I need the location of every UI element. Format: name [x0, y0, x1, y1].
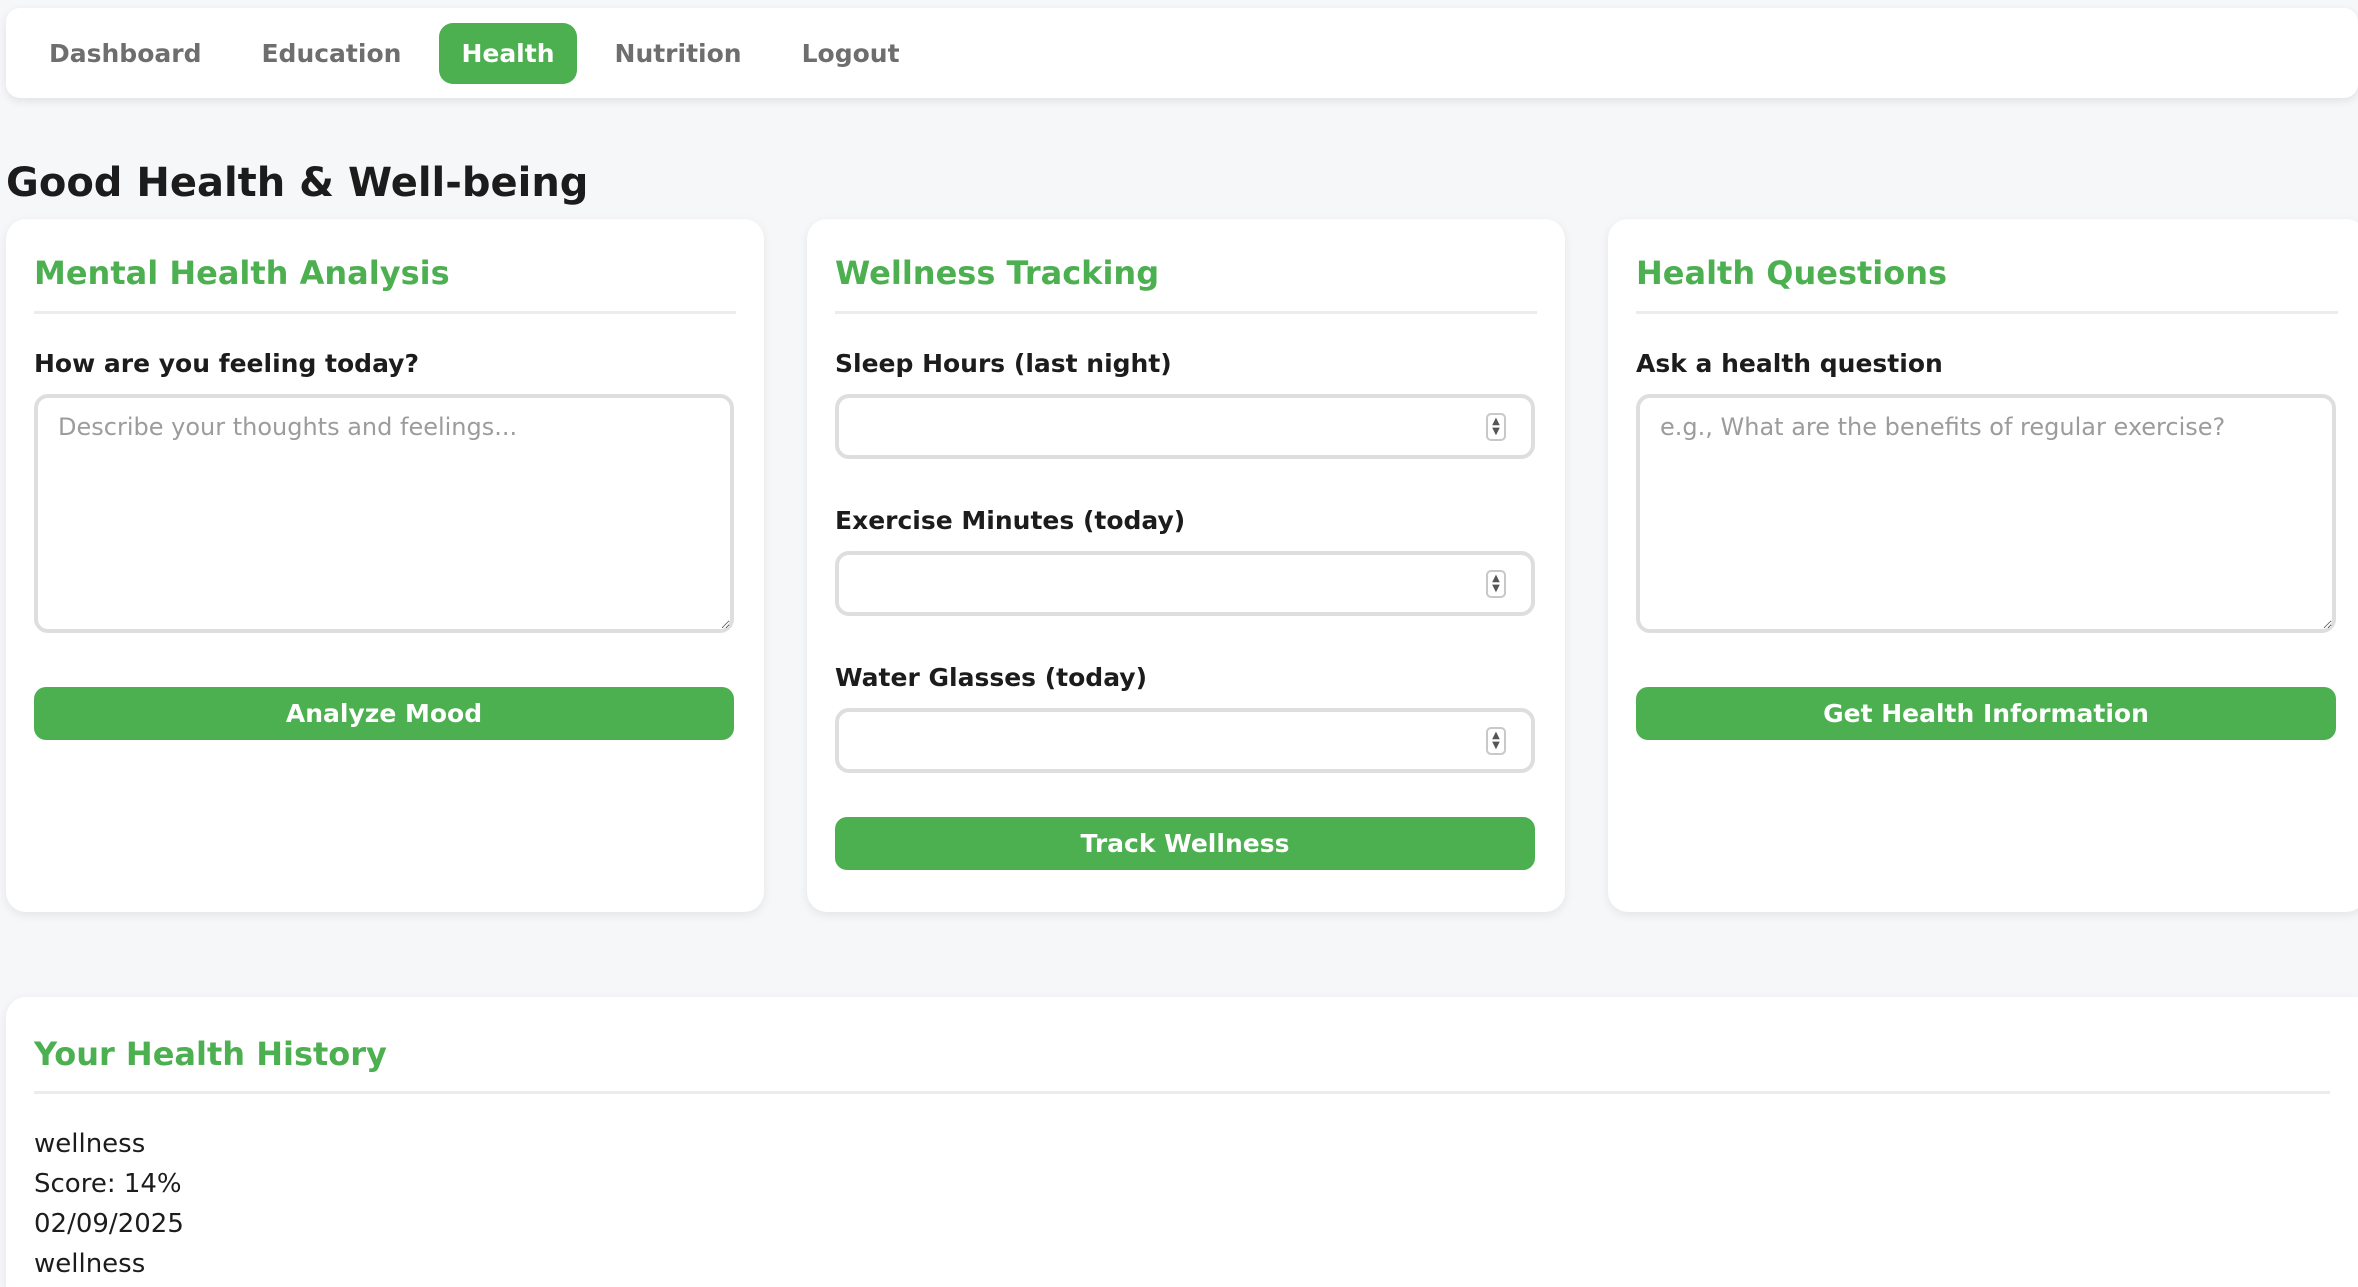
track-wellness-button[interactable]: Track Wellness [835, 817, 1535, 870]
nav-link-health[interactable]: Health [439, 22, 577, 84]
nav-link-dashboard[interactable]: Dashboard [27, 23, 223, 84]
mental-health-title: Mental Health Analysis [34, 219, 736, 314]
health-history-panel: Your Health History wellness Score: 14% … [6, 997, 2358, 1287]
history-entry: wellness Score: 14% 02/09/2025 [34, 1124, 2330, 1244]
sleep-hours-input[interactable] [839, 398, 1531, 455]
feeling-label: How are you feeling today? [34, 349, 419, 378]
sleep-hours-field: ▲ ▼ [835, 394, 1535, 459]
get-health-information-button[interactable]: Get Health Information [1636, 687, 2336, 740]
water-glasses-stepper-icon[interactable]: ▲ ▼ [1486, 727, 1506, 755]
health-question-textarea[interactable] [1636, 394, 2336, 633]
history-entry-type: wellness [34, 1129, 146, 1159]
analyze-mood-button[interactable]: Analyze Mood [34, 687, 734, 740]
sleep-hours-label: Sleep Hours (last night) [835, 349, 1172, 378]
water-glasses-label: Water Glasses (today) [835, 663, 1148, 692]
water-glasses-input[interactable] [839, 712, 1531, 769]
history-entry-type: wellness [34, 1249, 146, 1279]
exercise-minutes-label: Exercise Minutes (today) [835, 506, 1186, 535]
exercise-minutes-field: ▲ ▼ [835, 551, 1535, 616]
nav-link-nutrition[interactable]: Nutrition [593, 23, 764, 84]
nav-link-logout[interactable]: Logout [780, 23, 922, 84]
exercise-minutes-input[interactable] [839, 555, 1531, 612]
health-question-label: Ask a health question [1636, 349, 1943, 378]
water-glasses-field: ▲ ▼ [835, 708, 1535, 773]
mental-health-card: Mental Health Analysis How are you feeli… [6, 219, 764, 912]
nav-link-education[interactable]: Education [239, 23, 423, 84]
exercise-minutes-stepper-icon[interactable]: ▲ ▼ [1486, 570, 1506, 598]
health-questions-card: Health Questions Ask a health question G… [1608, 219, 2358, 912]
history-entry: wellness [34, 1244, 2330, 1284]
top-navbar: Dashboard Education Health Nutrition Log… [6, 8, 2358, 98]
wellness-tracking-title: Wellness Tracking [835, 219, 1537, 314]
health-questions-title: Health Questions [1636, 219, 2338, 314]
health-history-title: Your Health History [34, 997, 2330, 1094]
health-history-list: wellness Score: 14% 02/09/2025 wellness [34, 1094, 2330, 1284]
wellness-tracking-card: Wellness Tracking Sleep Hours (last nigh… [807, 219, 1565, 912]
feeling-textarea[interactable] [34, 394, 734, 633]
page-title: Good Health & Well-being [6, 160, 589, 206]
history-entry-date: 02/09/2025 [34, 1209, 184, 1239]
history-entry-score: Score: 14% [34, 1169, 182, 1199]
sleep-hours-stepper-icon[interactable]: ▲ ▼ [1486, 413, 1506, 441]
